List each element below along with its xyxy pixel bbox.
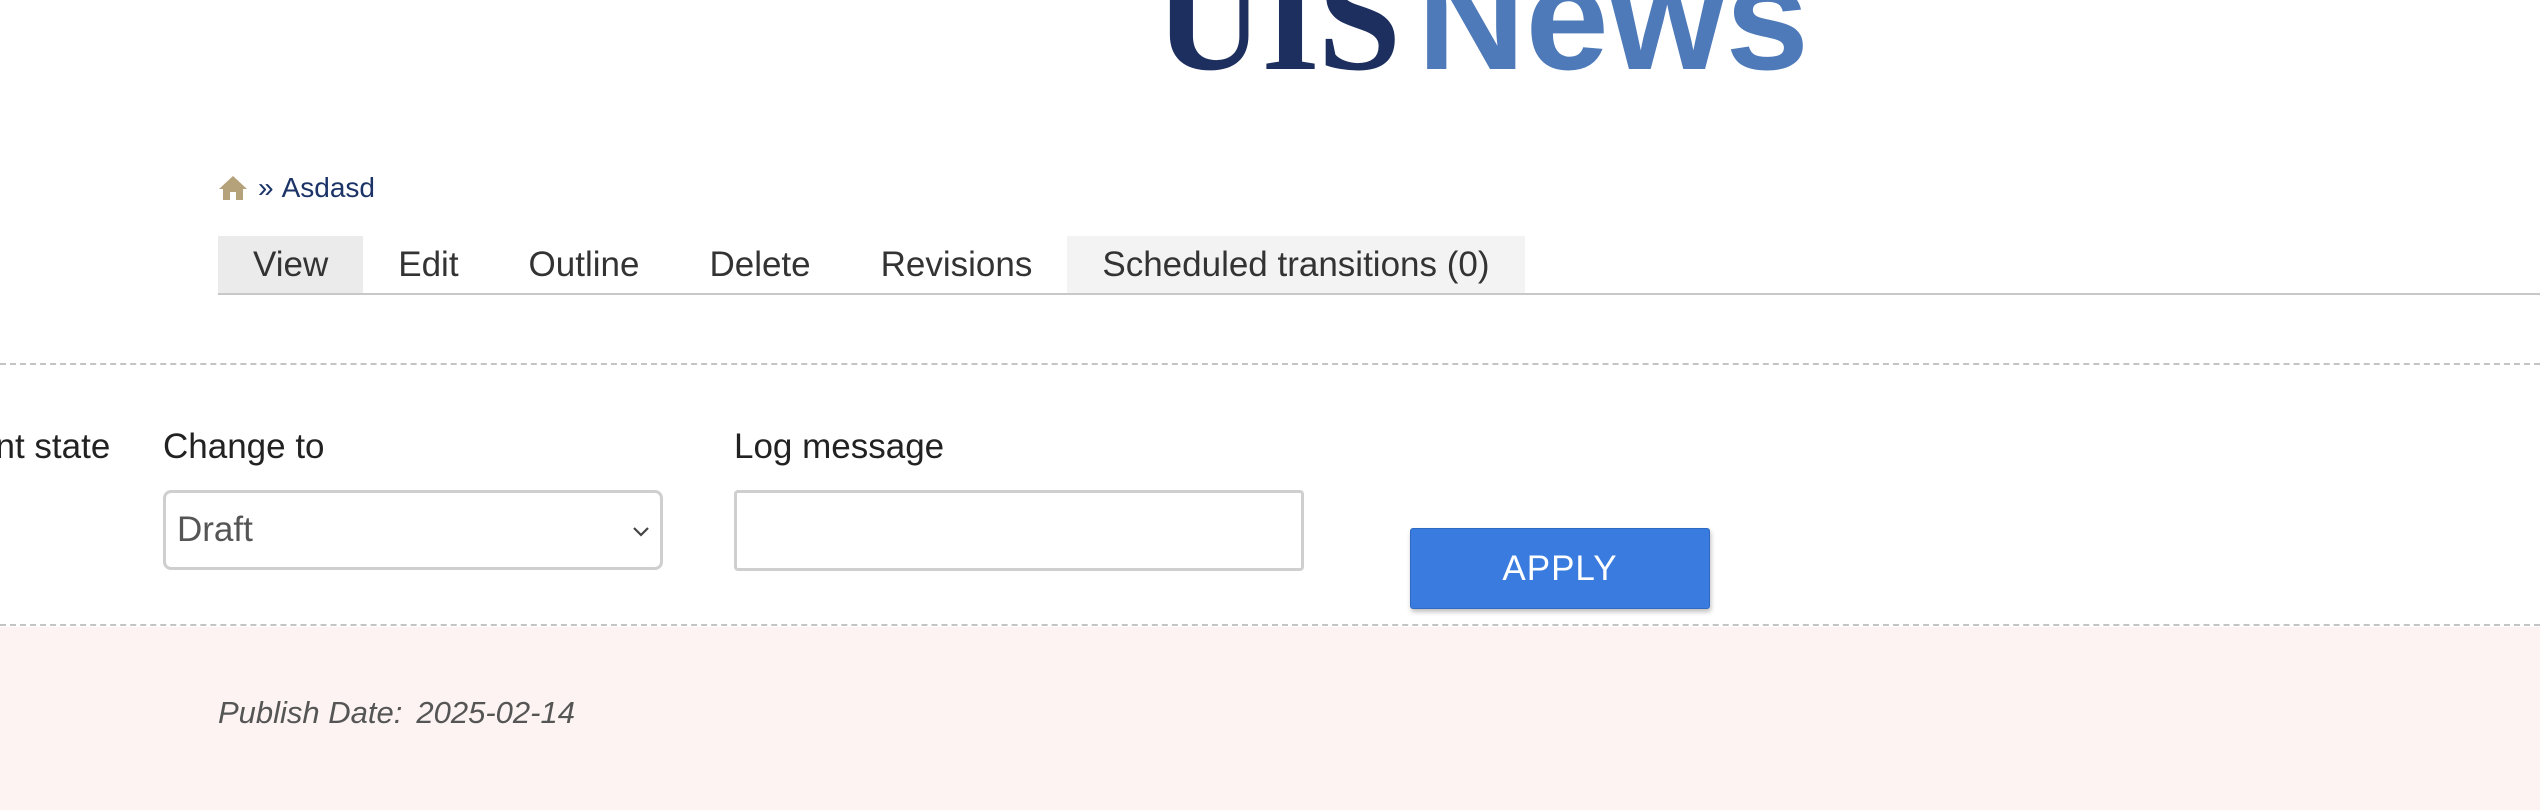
current-state-label: Current state — [0, 427, 111, 466]
breadcrumb-current-link[interactable]: Asdasd — [282, 172, 375, 204]
tab-delete[interactable]: Delete — [674, 236, 845, 293]
publish-date-label: Publish Date: — [218, 695, 403, 730]
publish-date-value: 2025-02-14 — [416, 695, 575, 730]
chevron-down-icon — [633, 527, 649, 537]
local-tasks-tabs: View Edit Outline Delete Revisions Sched… — [218, 236, 2540, 295]
tab-view[interactable]: View — [218, 236, 364, 293]
publish-date: Publish Date: 2025-02-14 — [218, 695, 575, 731]
change-to-select[interactable]: Draft — [163, 490, 663, 570]
log-message-input[interactable] — [734, 490, 1304, 571]
tab-revisions[interactable]: Revisions — [846, 236, 1068, 293]
logo-text-uis: UIS — [1155, 0, 1401, 102]
logo-text-news: News — [1417, 0, 1809, 101]
tab-outline[interactable]: Outline — [494, 236, 675, 293]
home-icon[interactable] — [218, 173, 248, 203]
breadcrumb: » Asdasd — [218, 172, 375, 204]
dashed-divider-top — [0, 363, 2540, 365]
breadcrumb-separator: » — [258, 172, 274, 203]
change-to-selected-value: Draft — [177, 510, 253, 549]
log-message-label: Log message — [734, 427, 945, 466]
dashed-divider-bottom — [0, 624, 2540, 626]
tab-edit[interactable]: Edit — [363, 236, 493, 293]
page: UIS News » Asdasd View Edit Outline Delet… — [0, 0, 2540, 810]
apply-button[interactable]: APPLY — [1410, 528, 1710, 609]
site-logo[interactable]: UIS News — [1155, 0, 1809, 94]
change-to-label: Change to — [163, 427, 325, 466]
tab-scheduled-transitions[interactable]: Scheduled transitions (0) — [1067, 236, 1525, 293]
